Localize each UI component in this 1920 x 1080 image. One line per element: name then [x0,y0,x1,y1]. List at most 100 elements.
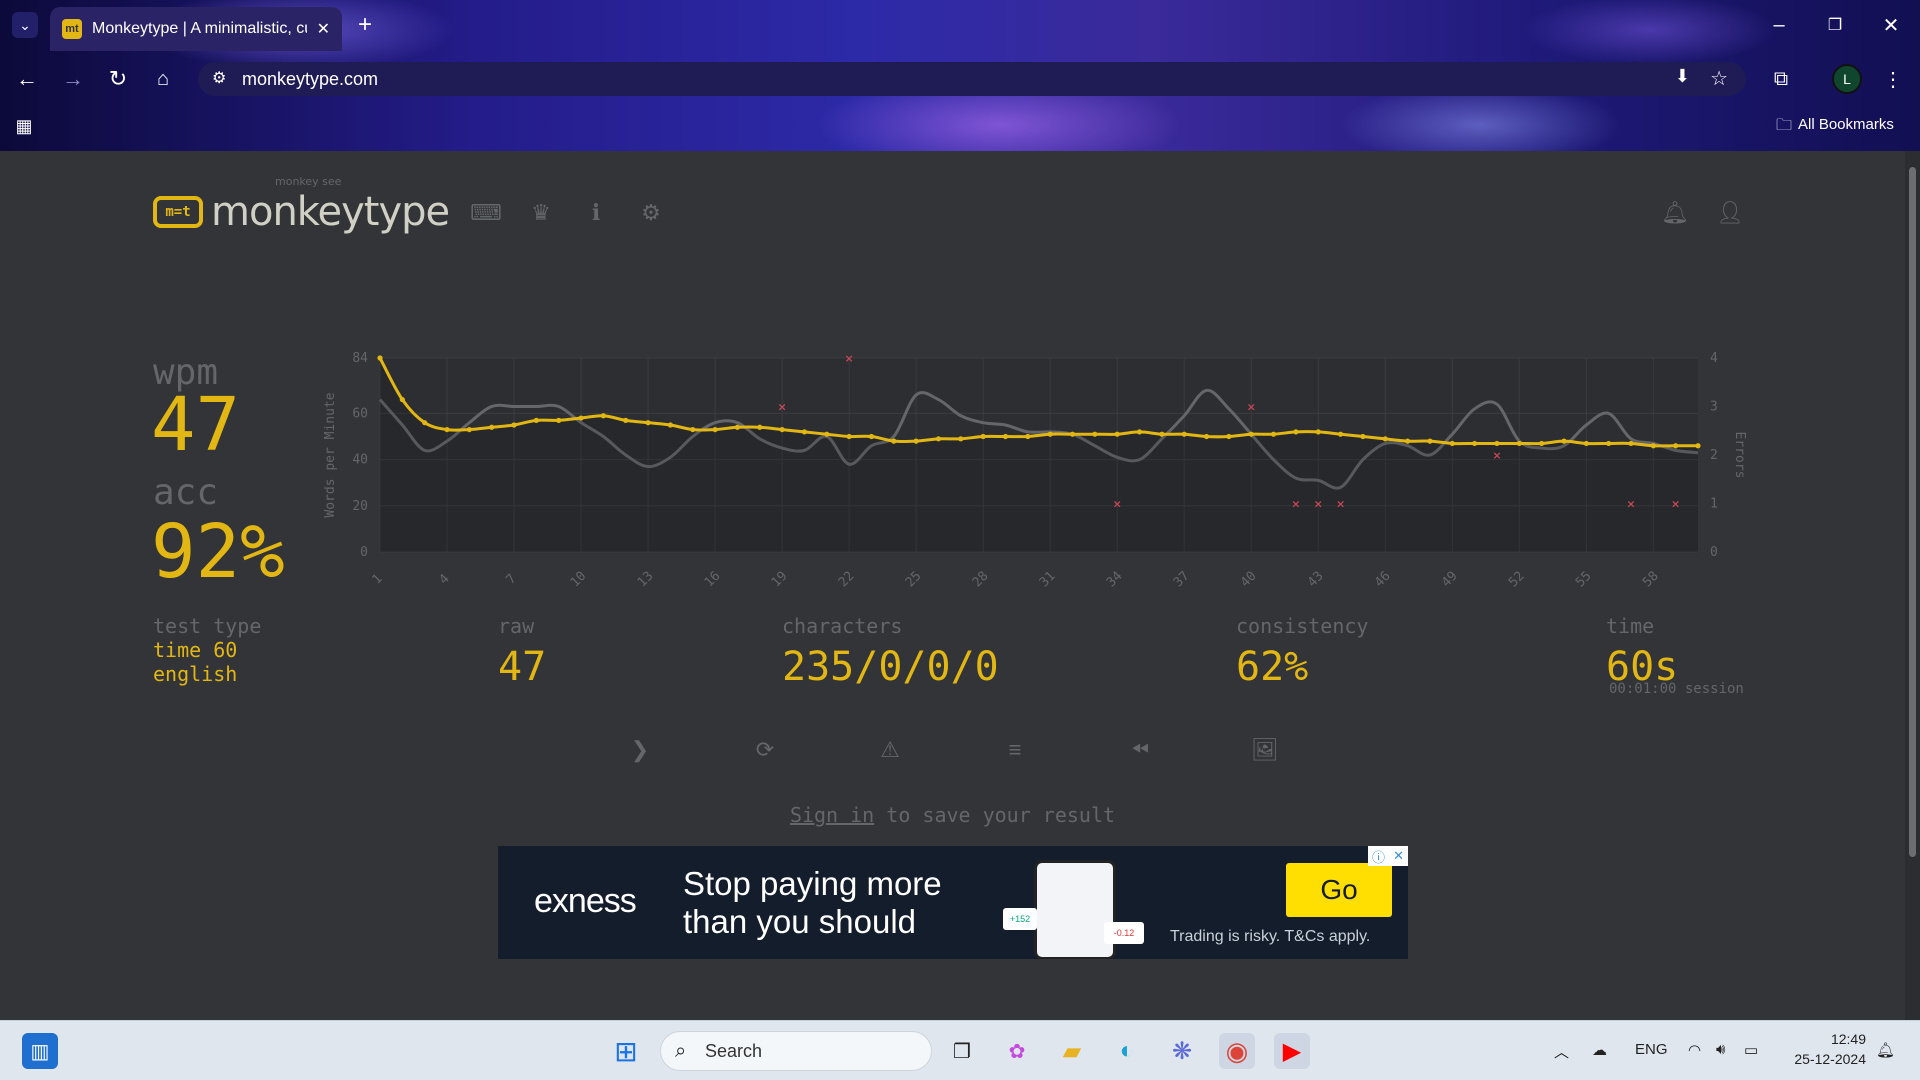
chart-x-tick-label: 1 [369,571,385,587]
wifi-icon[interactable]: ◠ [1688,1041,1701,1059]
chart-wpm-point [1516,440,1522,447]
new-tab-icon[interactable]: + [350,11,380,38]
restore-icon[interactable]: ❐ [1820,10,1850,40]
notification-bell-icon[interactable]: 🔔︎ [1660,200,1690,226]
advertisement-banner[interactable]: exness Stop paying more than you should … [498,846,1408,959]
tab-search-icon[interactable]: ⌄ [12,12,38,38]
youtube-icon[interactable]: ▶ [1274,1033,1310,1069]
chart-x-tick-label: 22 [836,569,858,591]
crown-icon[interactable]: ♛ [526,200,556,226]
account-user-icon[interactable]: 👤︎ [1715,200,1745,226]
tray-overflow-icon[interactable]: ︿ [1554,1041,1569,1062]
chart-x-tick-label: 19 [769,569,791,591]
chart-wpm-point [578,415,584,421]
chart-error-marker: × [1247,401,1256,414]
acc-label: acc [153,472,219,513]
words-history-icon[interactable]: ≡ [995,735,1035,765]
extensions-icon[interactable]: ⧉ [1766,64,1796,94]
chart-wpm-point [1427,438,1433,444]
chart-wpm-point [734,424,741,430]
chart-wpm-point [1248,431,1254,437]
site-logo[interactable]: m=t monkey see monkeytype [153,176,450,232]
minimize-icon[interactable]: – [1764,10,1794,40]
ad-go-button[interactable]: Go [1286,863,1392,917]
chart-wpm-point [846,433,852,440]
chart-wpm-point [623,417,629,423]
clock-time: 12:49 [1830,1031,1866,1047]
edge-icon[interactable]: ◐ [1109,1033,1145,1069]
next-test-chevron-icon[interactable]: ❯ [620,735,660,765]
consistency-value: 62% [1236,644,1309,690]
ad-info-icon[interactable]: ⓘ [1372,847,1385,866]
reload-icon[interactable]: ↻ [103,64,133,94]
chart-error-marker: × [777,401,786,414]
task-view-icon[interactable]: ❐ [944,1033,980,1069]
bookmark-star-icon[interactable]: ☆ [1710,66,1728,91]
install-icon[interactable]: ⬇ [1675,66,1690,87]
chart-x-tick-label: 58 [1640,569,1662,591]
chart-y-tick-label: 0 [360,545,368,560]
chart-wpm-point [1695,443,1701,449]
site-info-icon[interactable]: ⚙ [212,68,226,88]
photos-icon[interactable]: ❋ [1164,1033,1200,1069]
browser-chrome: ⌄ mt Monkeytype | A minimalistic, cu ✕ +… [0,0,1920,151]
chart-wpm-point [1583,440,1589,447]
all-bookmarks-link[interactable]: All Bookmarks [1798,116,1894,133]
chart-x-tick-label: 43 [1305,569,1327,591]
address-bar[interactable]: ⚙ monkeytype.com ⬇ ☆ [198,62,1746,96]
chart-x-tick-label: 16 [702,569,724,591]
apps-grid-icon[interactable]: ▦ [12,114,36,138]
signin-prompt: Sign in to save your result [0,803,1905,827]
replay-rewind-icon[interactable]: ⏪︎ [1120,735,1160,765]
window-close-icon[interactable]: ✕ [1876,10,1906,40]
chart-x-tick-label: 37 [1171,569,1193,591]
signin-link[interactable]: Sign in [790,803,874,827]
ad-close-icon[interactable]: ✕ [1393,848,1404,864]
volume-icon[interactable]: 🔊︎ [1716,1041,1725,1058]
tab-close-icon[interactable]: ✕ [317,19,330,39]
taskbar-search[interactable]: ⌕ Search [660,1031,932,1071]
consistency-label: consistency [1236,614,1369,638]
system-clock[interactable]: 12:49 25-12-2024 [1786,1029,1866,1069]
settings-gear-icon[interactable]: ⚙ [636,200,666,226]
chart-wpm-point [1494,440,1500,447]
scrollbar[interactable] [1905,151,1920,1020]
scrollbar-thumb[interactable] [1909,167,1916,857]
screenshot-image-icon[interactable]: 🖼︎ [1245,735,1285,765]
notifications-icon[interactable]: 🔔︎ [1876,1041,1895,1059]
home-icon[interactable]: ⌂ [148,64,178,94]
chart-wpm-point [1472,440,1478,447]
restart-icon[interactable]: ⟳ [745,735,785,765]
onedrive-cloud-icon[interactable]: ☁ [1592,1041,1607,1059]
profile-avatar[interactable]: L [1832,64,1862,94]
browser-tab[interactable]: mt Monkeytype | A minimalistic, cu ✕ [50,7,342,51]
widgets-icon[interactable]: ▥ [22,1033,58,1069]
warning-icon[interactable]: ⚠ [870,735,910,765]
language-indicator[interactable]: ENG [1635,1041,1668,1058]
test-type-stat: test type time 60 english [153,614,261,686]
chart-x-tick-label: 13 [635,569,657,591]
chart-wpm-point [1382,436,1388,442]
characters-label: characters [782,614,903,638]
keyboard-icon[interactable]: ⌨ [470,200,502,226]
chart-error-marker: × [1626,498,1635,511]
wpm-chart: 1 4 7 10 13 16 19 22 25 28 31 34 37 40 43 46 49 52 55 58020… [323,351,1747,591]
session-time: 00:01:00 session [1609,681,1744,697]
chart-wpm-point [757,424,763,430]
forward-icon[interactable]: → [58,64,88,94]
monkeytype-favicon-icon: mt [62,19,82,39]
info-icon[interactable]: i [581,200,611,226]
file-explorer-icon[interactable]: ▰ [1054,1033,1090,1069]
logo-wordmark: monkeytype [211,189,450,235]
windows-start-icon[interactable]: ⊞ [608,1033,644,1069]
ad-choices[interactable]: ⓘ ✕ [1368,846,1408,866]
battery-icon[interactable]: ▭ [1744,1041,1758,1059]
chrome-menu-icon[interactable]: ⋮ [1880,64,1906,94]
chart-x-tick-label: 55 [1573,569,1595,591]
search-icon: ⌕ [675,1040,687,1062]
copilot-icon[interactable]: ✿ [999,1033,1035,1069]
chart-wpm-point [690,426,696,433]
chrome-icon[interactable]: ◉ [1219,1033,1255,1069]
chart-wpm-point [377,355,383,361]
back-icon[interactable]: ← [12,64,42,94]
